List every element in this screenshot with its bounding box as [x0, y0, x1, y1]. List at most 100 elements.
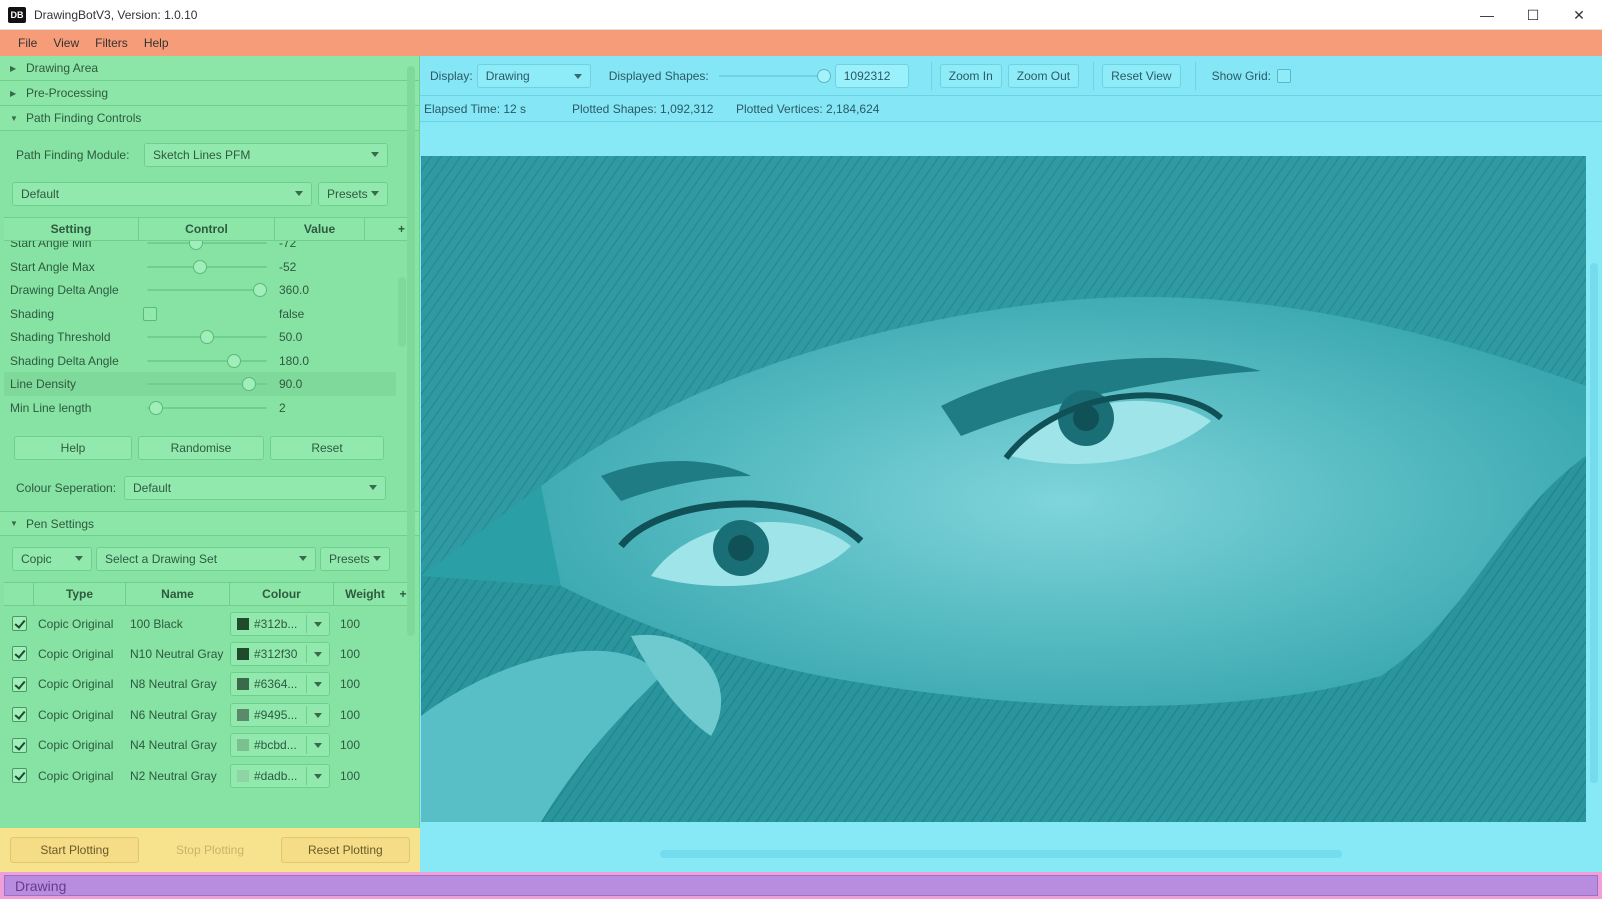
setting-row[interactable]: Drawing Delta Angle 360.0: [4, 278, 396, 302]
pen-colour-picker[interactable]: #9495...: [230, 702, 330, 727]
pen-enabled-checkbox[interactable]: [11, 676, 27, 692]
slider-track[interactable]: [147, 289, 267, 291]
shapes-input[interactable]: 1092312: [834, 63, 909, 88]
slider-track[interactable]: [147, 359, 267, 362]
pfm-preset-select[interactable]: Default: [12, 182, 312, 206]
slider-thumb[interactable]: [200, 330, 214, 344]
display-value: Drawing: [485, 68, 530, 83]
setting-value[interactable]: 50.0: [275, 330, 365, 344]
setting-row[interactable]: Shading Threshold 50.0: [4, 325, 396, 349]
slider-thumb[interactable]: [816, 68, 831, 83]
drawing-viewport[interactable]: [420, 123, 1602, 872]
pen-colour-picker[interactable]: #bcbd...: [230, 733, 330, 758]
slider-thumb[interactable]: [242, 377, 257, 391]
pen-colour-picker[interactable]: #dadb...: [230, 763, 330, 788]
slider-track[interactable]: [147, 406, 267, 409]
pen-weight[interactable]: 100: [334, 769, 394, 783]
reset-view-button[interactable]: Reset View: [1102, 63, 1181, 88]
slider-thumb[interactable]: [253, 283, 267, 297]
menu-view[interactable]: View: [45, 36, 87, 50]
slider-thumb[interactable]: [192, 259, 207, 274]
menu-filters[interactable]: Filters: [87, 36, 136, 50]
pen-row[interactable]: Copic Original N8 Neutral Gray #6364... 100: [4, 669, 404, 700]
randomise-button[interactable]: Randomise: [138, 436, 264, 460]
setting-row[interactable]: Shading Delta Angle 180.0: [4, 349, 396, 373]
setting-value[interactable]: 90.0: [275, 377, 365, 391]
pen-colour-picker[interactable]: #312b...: [230, 611, 330, 636]
setting-value[interactable]: 2: [275, 401, 365, 415]
pen-row[interactable]: Copic Original N4 Neutral Gray #bcbd... 100: [4, 730, 404, 761]
show-grid-checkbox[interactable]: [1276, 68, 1291, 83]
drawing-canvas[interactable]: [421, 156, 1586, 822]
setting-row[interactable]: Min Line length 2: [4, 396, 396, 420]
pen-brand-select[interactable]: Copic: [12, 547, 92, 571]
pen-row[interactable]: Copic Original 100 Black #312b... 100: [4, 608, 404, 639]
pen-row[interactable]: Copic Original N10 Neutral Gray #312f30 100: [4, 638, 404, 669]
pen-weight[interactable]: 100: [334, 677, 394, 691]
colour-sep-value: Default: [133, 481, 172, 495]
colour-hex: #312b...: [254, 616, 298, 631]
col-name: Name: [126, 583, 230, 605]
setting-row[interactable]: Line Density 90.0: [4, 372, 396, 396]
section-path-finding[interactable]: ▼ Path Finding Controls: [0, 106, 419, 131]
colour-hex: #dadb...: [254, 768, 298, 783]
setting-value[interactable]: -72: [275, 241, 365, 250]
setting-value[interactable]: 180.0: [275, 354, 365, 368]
pen-row[interactable]: Copic Original N6 Neutral Gray #9495... 100: [4, 699, 404, 730]
maximize-button[interactable]: ☐: [1510, 0, 1556, 30]
pen-enabled-checkbox[interactable]: [11, 737, 27, 753]
pen-colour-picker[interactable]: #312f30: [230, 641, 330, 666]
stop-plotting-button[interactable]: Stop Plotting: [145, 837, 274, 863]
setting-row[interactable]: Start Angle Max -52: [4, 255, 396, 279]
pen-colour-picker[interactable]: #6364...: [230, 672, 330, 697]
viewport-vertical-scrollbar[interactable]: [1590, 263, 1598, 783]
reset-plotting-button[interactable]: Reset Plotting: [280, 837, 410, 863]
pen-enabled-checkbox[interactable]: [11, 616, 27, 631]
section-drawing-area[interactable]: ▶ Drawing Area: [0, 56, 419, 81]
setting-value[interactable]: 360.0: [275, 283, 365, 297]
chevron-down-icon: [299, 556, 307, 561]
shading-checkbox[interactable]: [143, 306, 157, 321]
drawing-set-select[interactable]: Select a Drawing Set: [96, 547, 316, 571]
pen-enabled-checkbox[interactable]: [11, 768, 27, 783]
slider-thumb[interactable]: [226, 353, 241, 368]
panel-scrollbar[interactable]: [407, 66, 415, 636]
close-button[interactable]: ✕: [1556, 0, 1602, 30]
start-plotting-button[interactable]: Start Plotting: [10, 837, 140, 863]
shapes-slider[interactable]: [718, 64, 831, 88]
minimize-button[interactable]: —: [1464, 0, 1510, 30]
display-select[interactable]: Drawing: [476, 63, 591, 88]
viewport-horizontal-scrollbar[interactable]: [660, 850, 1342, 858]
window-controls: — ☐ ✕: [1464, 0, 1602, 30]
setting-row[interactable]: Shading false: [4, 302, 396, 326]
section-pre-processing[interactable]: ▶ Pre-Processing: [0, 81, 419, 106]
pen-weight[interactable]: 100: [334, 738, 394, 752]
setting-row[interactable]: Start Angle Min -72: [4, 241, 396, 255]
pen-row[interactable]: Copic Original N2 Neutral Gray #dadb... 100: [4, 760, 404, 791]
colour-sep-row: Colour Seperation: Default: [0, 465, 419, 511]
setting-value[interactable]: -52: [275, 260, 365, 274]
pfm-select[interactable]: Sketch Lines PFM: [144, 143, 388, 167]
pen-enabled-checkbox[interactable]: [11, 707, 27, 723]
reset-button[interactable]: Reset: [270, 436, 384, 460]
section-pen-settings[interactable]: ▼ Pen Settings: [0, 511, 419, 536]
zoom-out-button[interactable]: Zoom Out: [1007, 63, 1080, 88]
setting-checkbox-cell: [139, 302, 275, 326]
slider-thumb[interactable]: [189, 241, 204, 250]
menu-help[interactable]: Help: [136, 36, 177, 50]
pen-weight[interactable]: 100: [334, 647, 394, 661]
pfm-presets-button[interactable]: Presets: [318, 182, 388, 206]
slider-track[interactable]: [147, 265, 267, 268]
pen-weight[interactable]: 100: [334, 617, 394, 631]
setting-value[interactable]: false: [275, 307, 365, 321]
zoom-in-button[interactable]: Zoom In: [939, 63, 1002, 88]
help-button[interactable]: Help: [14, 436, 132, 460]
slider-track[interactable]: [147, 242, 267, 244]
slider-thumb[interactable]: [149, 400, 164, 415]
menu-file[interactable]: File: [10, 36, 45, 50]
pen-enabled-checkbox[interactable]: [11, 646, 27, 662]
colour-sep-select[interactable]: Default: [124, 476, 386, 500]
settings-scrollbar[interactable]: [398, 277, 406, 347]
pen-presets-button[interactable]: Presets: [320, 547, 390, 571]
pen-weight[interactable]: 100: [334, 708, 394, 722]
